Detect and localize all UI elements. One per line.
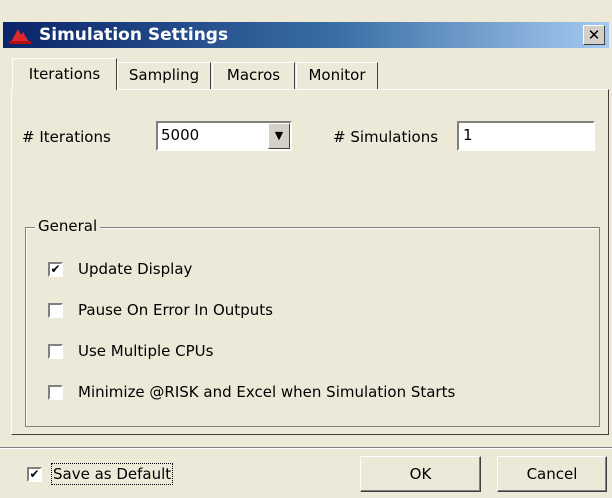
minimize-checkbox[interactable] [48, 385, 63, 400]
update-display-label: Update Display [78, 260, 193, 278]
update-display-checkbox[interactable]: ✔ [48, 262, 63, 277]
close-button[interactable]: ✕ [583, 25, 605, 45]
tab-label: Sampling [128, 66, 200, 84]
simulations-label: # Simulations [333, 128, 439, 146]
checkmark-icon: ✔ [50, 262, 61, 276]
iterations-dropdown[interactable]: 5000 ▼ [156, 121, 292, 151]
tab-sampling[interactable]: Sampling [117, 62, 211, 89]
risk-hat-icon [9, 29, 31, 44]
multiple-cpus-label: Use Multiple CPUs [78, 342, 214, 360]
save-as-default-label: Save as Default [50, 463, 174, 485]
cancel-button[interactable]: Cancel [497, 456, 607, 492]
pause-on-error-label: Pause On Error In Outputs [78, 301, 273, 319]
tab-monitor[interactable]: Monitor [296, 62, 378, 89]
tab-label: Macros [226, 66, 281, 84]
tab-iterations[interactable]: Iterations [12, 58, 117, 90]
multiple-cpus-checkbox[interactable] [48, 344, 63, 359]
window-title: Simulation Settings [39, 25, 229, 45]
footer-divider [0, 447, 612, 449]
simulations-input[interactable]: 1 [457, 121, 595, 151]
chevron-down-icon: ▼ [274, 129, 284, 142]
tab-label: Monitor [308, 66, 366, 84]
save-as-default-checkbox[interactable]: ✔ [27, 467, 42, 482]
tab-macros[interactable]: Macros [212, 62, 295, 89]
iterations-value: 5000 [161, 126, 200, 144]
minimize-label: Minimize @RISK and Excel when Simulation… [78, 383, 456, 401]
ok-button[interactable]: OK [360, 456, 481, 492]
general-group-label: General [35, 217, 101, 235]
simulation-settings-dialog: Simulation Settings ✕ Iterations Samplin… [0, 0, 612, 498]
checkmark-icon: ✔ [29, 467, 40, 481]
pause-on-error-checkbox[interactable] [48, 303, 63, 318]
title-bar[interactable]: Simulation Settings ✕ [3, 22, 609, 48]
tab-label: Iterations [28, 65, 101, 83]
close-icon: ✕ [587, 26, 601, 44]
dropdown-button[interactable]: ▼ [268, 123, 290, 149]
iterations-label: # Iterations [22, 128, 111, 146]
